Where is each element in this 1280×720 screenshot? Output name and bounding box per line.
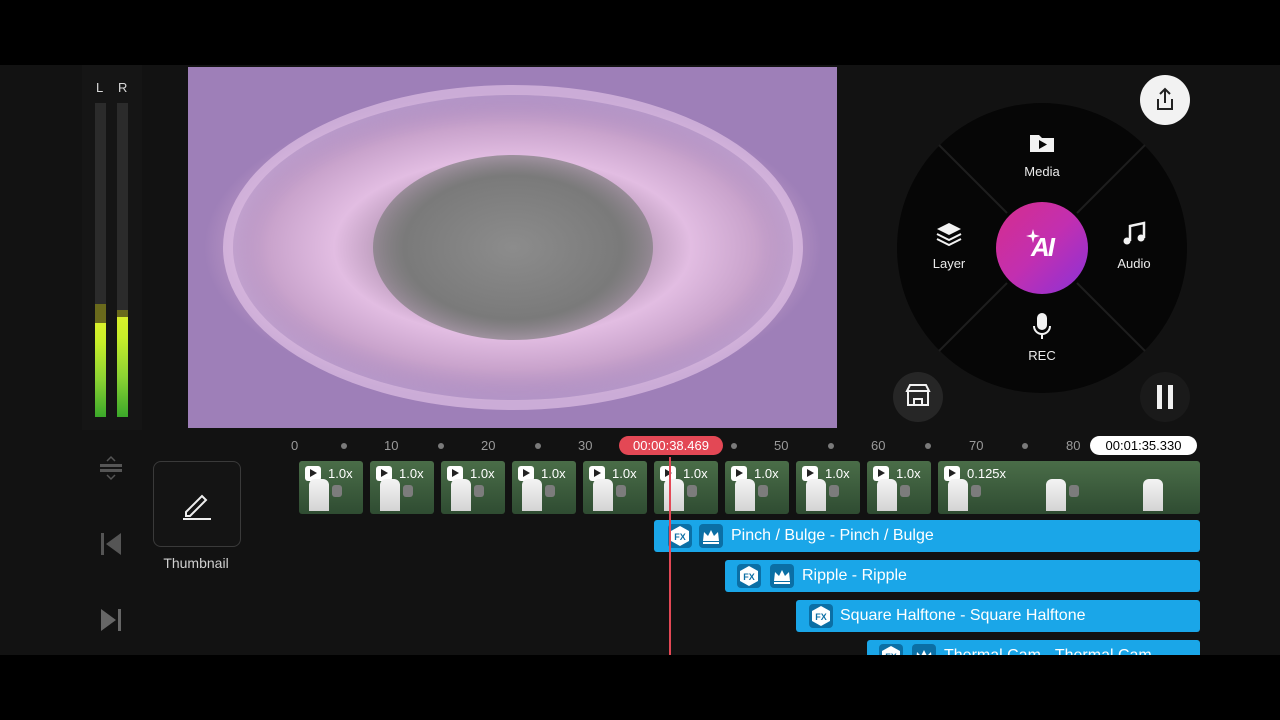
radial-menu: Media Layer Audio REC AI [897, 103, 1187, 393]
video-clip[interactable]: 1.0x [654, 461, 718, 514]
svg-text:FX: FX [674, 532, 686, 542]
layers-icon [936, 223, 962, 247]
playhead-time[interactable]: 00:00:38.469 [619, 436, 723, 455]
crown-icon [770, 564, 794, 588]
pencil-icon [183, 494, 211, 520]
clip-speed: 1.0x [825, 466, 850, 481]
video-preview[interactable] [188, 67, 837, 428]
thumbnail-label: Thumbnail [163, 555, 229, 571]
fx-icon: FX [879, 644, 903, 655]
audio-button[interactable]: Audio [1089, 219, 1179, 271]
ruler-dot [1022, 443, 1028, 449]
fx-icon: FX [809, 604, 833, 628]
skip-to-start-icon[interactable] [96, 529, 126, 559]
audio-meters: L R [82, 65, 142, 430]
meter-left-level [95, 322, 106, 417]
fx-icon: FX [668, 524, 692, 548]
fx-icon: FX [737, 564, 761, 588]
media-button[interactable]: Media [997, 127, 1087, 179]
pause-button[interactable] [1140, 372, 1190, 422]
meter-left-peak [95, 303, 106, 323]
svg-text:FX: FX [885, 652, 897, 655]
playhead-line[interactable] [669, 457, 671, 655]
track-height-icon[interactable] [96, 453, 126, 483]
crown-icon [912, 644, 936, 655]
clip-speed: 0.125x [967, 466, 1007, 481]
media-label: Media [1024, 164, 1060, 179]
effect-label: Thermal Cam - Thermal Cam [944, 647, 1152, 655]
ruler-tick: 60 [871, 438, 886, 453]
total-duration: 00:01:35.330 [1090, 436, 1197, 455]
video-clip[interactable]: 1.0x [583, 461, 647, 514]
video-clip[interactable]: 1.0x [441, 461, 505, 514]
timeline-ruler[interactable]: 0 10 20 30 50 60 70 80 [280, 432, 1200, 460]
effect-label: Square Halftone - Square Halftone [840, 607, 1086, 624]
ruler-tick: 50 [774, 438, 789, 453]
ruler-dot [925, 443, 931, 449]
video-clip[interactable]: 0.125x [938, 461, 1200, 514]
thumbnail-button[interactable] [153, 461, 241, 547]
layer-button[interactable]: Layer [904, 219, 994, 271]
ruler-tick: 0 [291, 438, 299, 453]
video-clip[interactable]: 1.0x [796, 461, 860, 514]
skip-to-end-icon[interactable] [96, 605, 126, 635]
rec-label: REC [1028, 348, 1056, 363]
clip-speed: 1.0x [612, 466, 637, 481]
effect-clip[interactable]: FX Thermal Cam - Thermal Cam [867, 640, 1200, 655]
ruler-dot [731, 443, 737, 449]
clip-speed: 1.0x [896, 466, 921, 481]
meter-left-label: L [96, 80, 104, 95]
rec-button[interactable]: REC [997, 311, 1087, 363]
video-clip[interactable]: 1.0x [512, 461, 576, 514]
audio-label: Audio [1117, 256, 1151, 271]
ai-button[interactable]: AI [996, 202, 1088, 294]
clip-speed: 1.0x [470, 466, 495, 481]
layer-label: Layer [932, 256, 966, 271]
clip-speed: 1.0x [683, 466, 708, 481]
effect-clip[interactable]: FX Ripple - Ripple [725, 560, 1200, 592]
ruler-dot [535, 443, 541, 449]
effect-clip[interactable]: FX Square Halftone - Square Halftone [796, 600, 1200, 632]
svg-text:FX: FX [815, 612, 827, 622]
ruler-tick: 80 [1066, 438, 1081, 453]
ruler-tick: 10 [384, 438, 399, 453]
store-button[interactable] [893, 372, 943, 422]
crown-icon [699, 524, 723, 548]
editor-app: L R Media Layer Audio REC AI 0 10 20 30 … [0, 65, 1280, 655]
media-folder-icon [1030, 135, 1054, 152]
ruler-dot [828, 443, 834, 449]
ruler-dot [438, 443, 444, 449]
video-clip[interactable]: 1.0x [370, 461, 434, 514]
meter-left [95, 103, 106, 417]
clip-speed: 1.0x [399, 466, 424, 481]
ruler-dot [341, 443, 347, 449]
video-clip[interactable]: 1.0x [299, 461, 363, 514]
meter-right [117, 103, 128, 417]
video-clip[interactable]: 1.0x [867, 461, 931, 514]
microphone-icon [1033, 313, 1051, 339]
effect-label: Ripple - Ripple [802, 567, 907, 584]
ai-label: AI [1031, 232, 1055, 262]
ruler-tick: 70 [969, 438, 984, 453]
meter-right-level [117, 316, 128, 417]
meter-right-label: R [118, 80, 128, 95]
svg-text:FX: FX [743, 572, 755, 582]
effect-clip[interactable]: FX Pinch / Bulge - Pinch / Bulge [654, 520, 1200, 552]
clip-speed: 1.0x [328, 466, 353, 481]
ruler-tick: 30 [578, 438, 593, 453]
clip-speed: 1.0x [541, 466, 566, 481]
clip-speed: 1.0x [754, 466, 779, 481]
preview-frame-core [373, 155, 653, 340]
music-note-icon [1123, 221, 1146, 245]
pause-icon [1157, 385, 1173, 409]
effect-label: Pinch / Bulge - Pinch / Bulge [731, 527, 934, 544]
video-clip[interactable]: 1.0x [725, 461, 789, 514]
store-icon [905, 384, 931, 406]
ruler-tick: 20 [481, 438, 496, 453]
